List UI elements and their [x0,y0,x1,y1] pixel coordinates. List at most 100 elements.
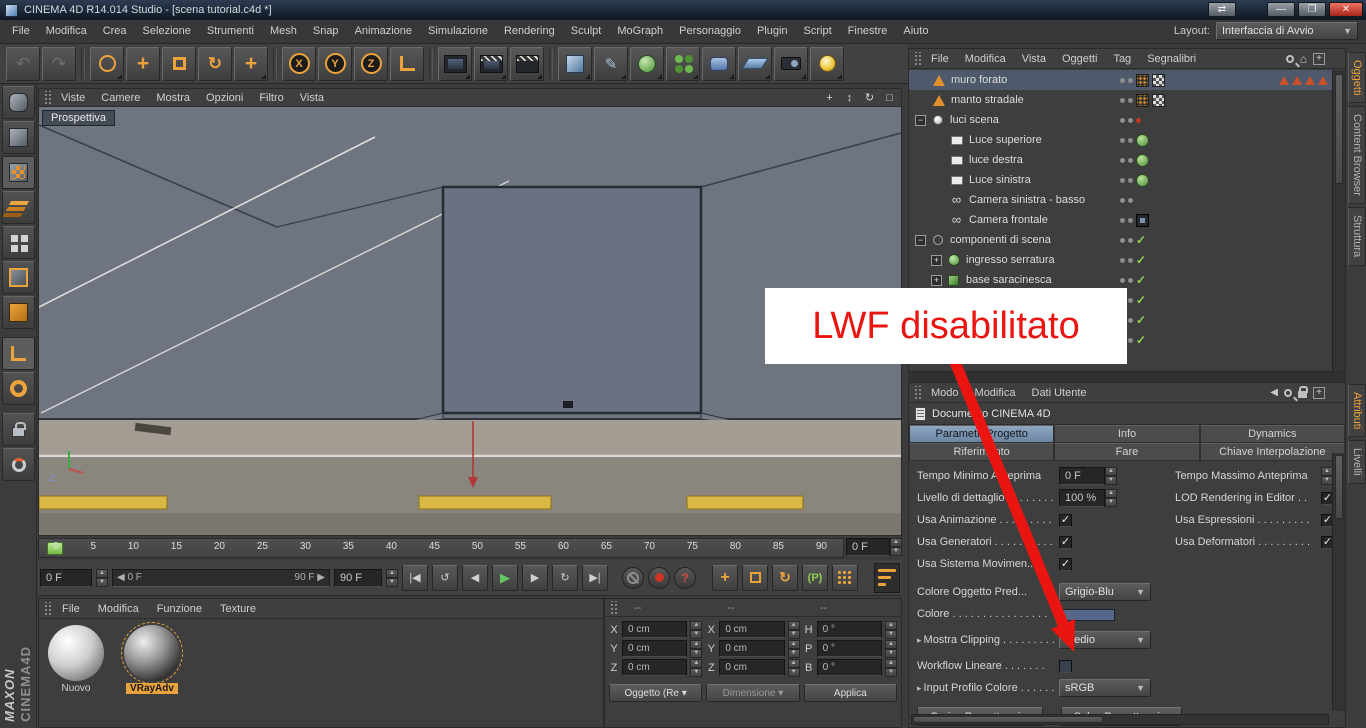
check-tag-icon[interactable]: ✓ [1136,314,1146,326]
last-tool-button[interactable]: + [234,46,268,81]
render-visibility-dot[interactable] [1128,277,1133,283]
scrollbar-thumb[interactable] [913,716,1103,723]
minimize-button[interactable]: — [1267,2,1295,17]
render-visibility-dot[interactable] [1128,297,1133,303]
collapse-icon[interactable]: − [915,234,926,246]
livello-dettaglio-field[interactable]: 100 % [1059,489,1105,507]
mat-menu-funzione[interactable]: Funzione [149,603,210,615]
render-visibility-dot[interactable] [1128,257,1133,263]
panel-grip[interactable] [913,385,922,400]
texture-tag-icon[interactable] [1152,73,1165,87]
polygons-mode-button[interactable] [2,296,35,329]
workflow-lineare-checkbox[interactable] [1059,660,1072,673]
tab-struttura[interactable]: Struttura [1348,207,1366,266]
tab-info[interactable]: Info [1054,425,1200,443]
go-to-end-button[interactable]: ▶| [582,564,608,591]
current-frame-field[interactable]: 0 F [40,568,92,587]
position-y-field[interactable]: 0 cm [622,640,688,657]
frame-stepper[interactable]: ▲ ▼ [890,538,902,556]
menu-aiuto[interactable]: Aiuto [895,20,936,43]
undo-button[interactable]: ↶ [6,46,40,81]
layout-dropdown[interactable]: Interfaccia di Avvio ▼ [1216,22,1358,40]
om-menu-vista[interactable]: Vista [1015,53,1053,65]
layout-switch-icon[interactable]: ⇄ [1208,2,1236,17]
add-light-button[interactable] [810,46,844,81]
menu-plugin[interactable]: Plugin [749,20,796,43]
menu-sculpt[interactable]: Sculpt [563,20,610,43]
editor-visibility-dot[interactable] [1120,217,1125,223]
texture-tag-icon[interactable] [1152,93,1165,107]
om-menu-file[interactable]: File [924,53,956,65]
selection-tag-icon[interactable] [1279,75,1289,85]
vp-menu-camere[interactable]: Camere [94,92,147,104]
menu-personaggio[interactable]: Personaggio [671,20,749,43]
menu-selezione[interactable]: Selezione [135,20,199,43]
size-y-field[interactable]: 0 cm [719,640,785,657]
vp-menu-viste[interactable]: Viste [54,92,92,104]
toggle-view-icon[interactable]: □ [882,92,897,104]
lock-y-axis-button[interactable]: Y [318,46,352,81]
om-menu-modifica[interactable]: Modifica [958,53,1013,65]
workplane-mode-button[interactable] [2,191,35,224]
add-panel-icon[interactable]: + [1313,52,1325,65]
next-frame-button[interactable]: ▶ [522,564,548,591]
rotation-h-field[interactable]: 0 ° [816,621,882,638]
render-visibility-dot[interactable] [1128,157,1133,163]
tree-row-camera-sinistra[interactable]: ∞ Camera sinistra - basso [909,190,1332,210]
render-visibility-dot[interactable] [1128,137,1133,143]
menu-crea[interactable]: Crea [95,20,135,43]
expand-icon[interactable]: + [931,254,942,266]
tree-row-camera-frontale[interactable]: ∞ Camera frontale [909,210,1332,230]
tab-dynamics[interactable]: Dynamics [1199,425,1345,443]
render-visibility-dot[interactable] [1128,97,1133,103]
live-selection-button[interactable] [90,46,124,81]
attribute-hscrollbar[interactable] [911,714,1329,725]
axis-modification-button[interactable] [2,372,35,405]
snap-button[interactable] [2,448,35,481]
menu-mograph[interactable]: MoGraph [609,20,671,43]
menu-script[interactable]: Script [796,20,840,43]
size-z-field[interactable]: 0 cm [719,659,785,676]
coords-col-header[interactable]: -- [713,602,804,614]
mat-menu-file[interactable]: File [54,603,88,615]
check-tag-icon[interactable]: ✓ [1136,334,1146,346]
render-visibility-dot[interactable] [1128,117,1133,123]
rotate-view-icon[interactable]: ↻ [862,91,877,104]
rotate-tool-button[interactable]: ↻ [198,46,232,81]
phong-tag-icon[interactable] [1136,73,1149,87]
apply-button[interactable]: Applica [803,684,897,702]
mat-menu-texture[interactable]: Texture [212,603,264,615]
add-camera-button[interactable] [774,46,808,81]
preview-range-slider[interactable]: ◀ 0 F 90 F ▶ [112,568,330,587]
panel-grip[interactable] [43,90,52,105]
am-menu-dati-utente[interactable]: Dati Utente [1025,387,1094,399]
tree-row-luce-destra[interactable]: luce destra [909,150,1332,170]
keyframe-selection-button[interactable]: ? [674,566,696,589]
scale-tool-button[interactable] [162,46,196,81]
lock-z-axis-button[interactable]: Z [354,46,388,81]
mat-menu-modifica[interactable]: Modifica [90,603,147,615]
panel-grip[interactable] [43,601,52,616]
rotation-p-field[interactable]: 0 ° [816,640,882,657]
tab-parametri-progetto[interactable]: Parametri Progetto [909,425,1055,443]
zoom-view-icon[interactable]: ↕ [842,92,857,104]
am-menu-modifica[interactable]: Modifica [968,387,1023,399]
model-mode-button[interactable] [2,121,35,154]
editor-visibility-dot[interactable] [1120,277,1125,283]
add-cube-button[interactable] [558,46,592,81]
key-rotation-button[interactable]: ↻ [772,564,798,591]
tree-row-manto-stradale[interactable]: manto stradale [909,90,1332,110]
attribute-scrollbar[interactable] [1332,453,1345,711]
editor-visibility-dot[interactable] [1120,237,1125,243]
editor-visibility-dot[interactable] [1120,177,1125,183]
check-tag-icon[interactable]: ✓ [1136,274,1146,286]
colore-oggetto-dropdown[interactable]: Grigio-Blu ▼ [1059,583,1151,601]
menu-rendering[interactable]: Rendering [496,20,563,43]
make-editable-button[interactable] [2,86,35,119]
history-back-icon[interactable]: ◀ [1270,387,1278,398]
add-deformer-button[interactable] [702,46,736,81]
edges-mode-button[interactable] [2,261,35,294]
viewport-camera-label[interactable]: Prospettiva [42,110,116,126]
vp-menu-vista[interactable]: Vista [293,92,331,104]
search-icon[interactable] [1285,54,1294,63]
